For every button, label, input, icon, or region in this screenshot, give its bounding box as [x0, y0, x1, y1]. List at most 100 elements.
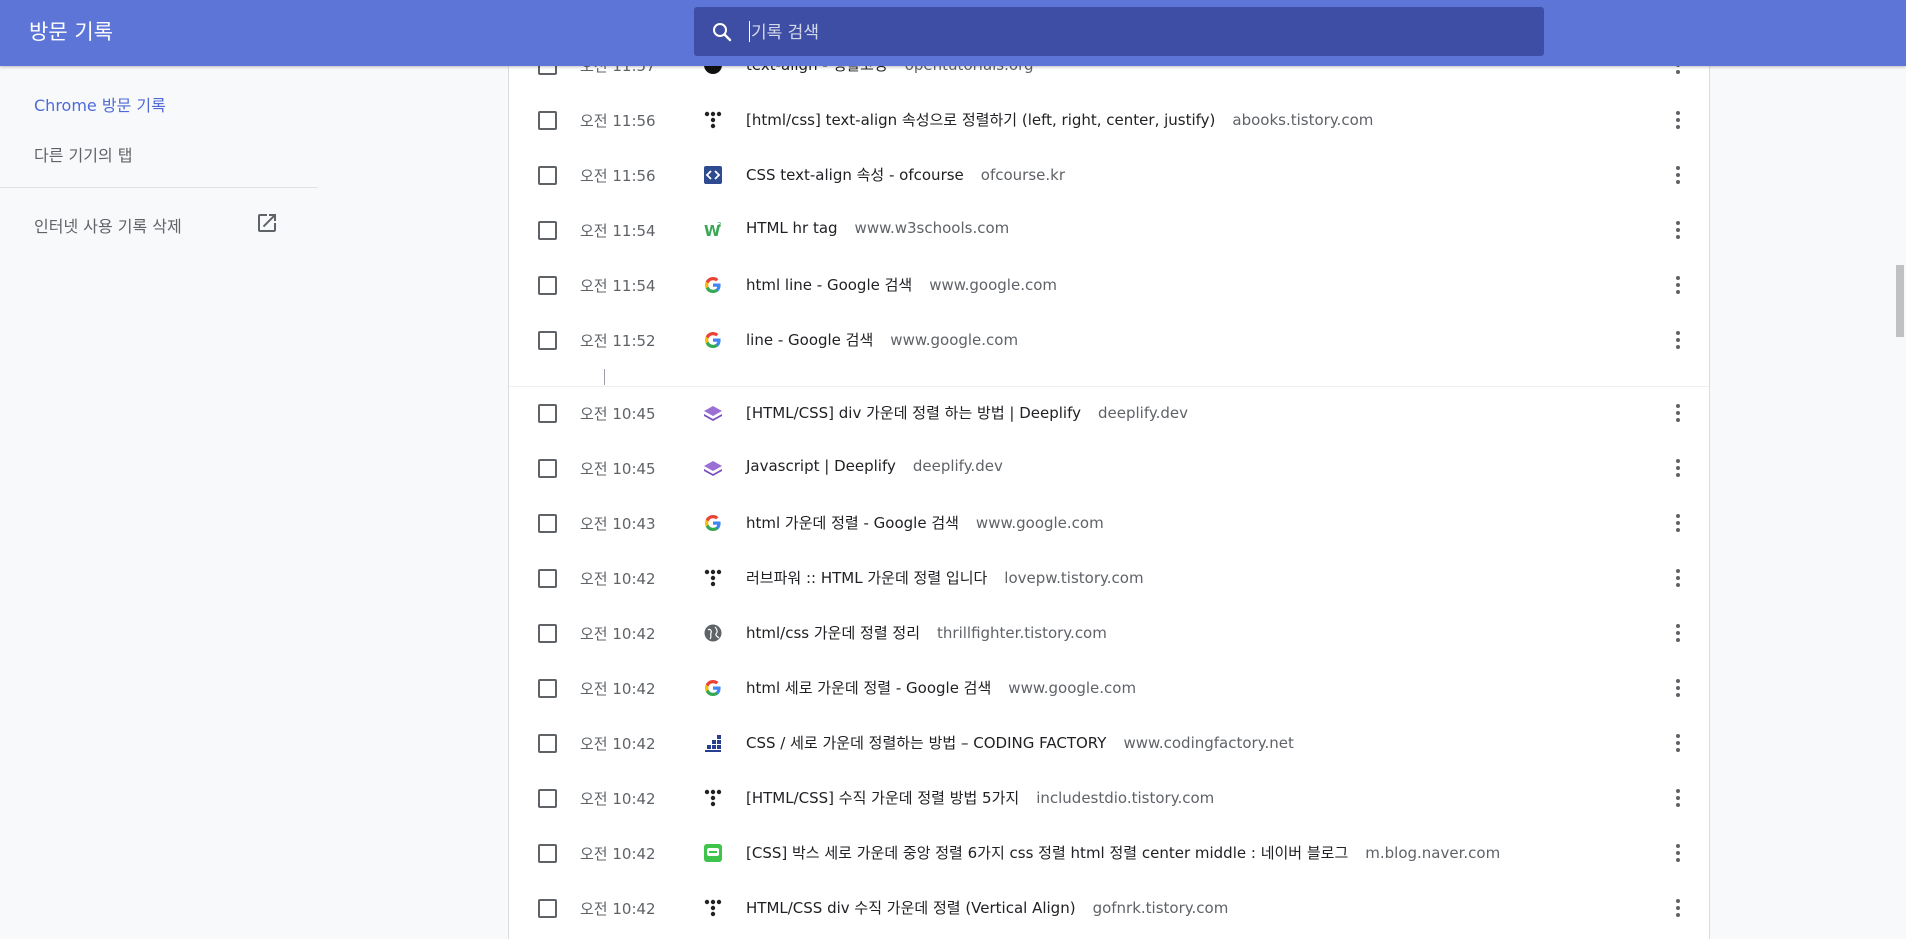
page-link[interactable]: Javascript | Deeplify — [746, 457, 896, 475]
tistory-icon — [704, 569, 722, 587]
entry-text: html/css 가운데 정렬 정리 thrillfighter.tistory.… — [746, 622, 1107, 643]
more-actions-icon[interactable] — [1666, 841, 1690, 865]
more-actions-icon[interactable] — [1666, 896, 1690, 920]
more-actions-icon[interactable] — [1666, 786, 1690, 810]
google-icon — [704, 679, 721, 697]
more-actions-icon[interactable] — [1666, 108, 1690, 132]
more-actions-icon[interactable] — [1666, 731, 1690, 755]
row-checkbox[interactable] — [538, 459, 557, 478]
more-actions-icon[interactable] — [1666, 328, 1690, 352]
entry-text: CSS text-align 속성 - ofcourse ofcourse.kr — [746, 164, 1065, 185]
page-link[interactable]: html/css 가운데 정렬 정리 — [746, 624, 920, 642]
row-checkbox[interactable] — [538, 734, 557, 753]
history-row[interactable]: 오전 11:54 html line - Google 검색 www.google.… — [509, 258, 1709, 313]
visit-time: 오전 10:42 — [580, 735, 656, 753]
history-row[interactable]: 오전 11:56 CSS text-align 속성 - ofcourse ofco… — [509, 148, 1709, 203]
domain-label: lovepw.tistory.com — [1004, 569, 1144, 587]
page-link[interactable]: html 세로 가운데 정렬 - Google 검색 — [746, 679, 991, 697]
sidebar-divider — [0, 187, 318, 188]
history-row[interactable]: 오전 10:42 러브파워 :: HTML 가운데 정렬 입니다 lovepw.ti… — [509, 551, 1709, 606]
page-link[interactable]: CSS / 세로 가운데 정렬하는 방법 – CODING FACTORY — [746, 734, 1106, 752]
entry-text: line - Google 검색 www.google.com — [746, 329, 1018, 350]
row-checkbox[interactable] — [538, 844, 557, 863]
more-actions-icon[interactable] — [1666, 163, 1690, 187]
entry-text: CSS / 세로 가운데 정렬하는 방법 – CODING FACTORY www… — [746, 732, 1294, 753]
google-icon — [704, 331, 721, 349]
codingfactory-icon — [705, 735, 721, 752]
history-row[interactable]: 오전 10:42 [HTML/CSS] 수직 가운데 정렬 방법 5가지 inclu… — [509, 771, 1709, 826]
more-actions-icon[interactable] — [1666, 456, 1690, 480]
external-link-icon[interactable] — [255, 211, 279, 235]
history-row[interactable]: 오전 11:52 line - Google 검색 www.google.com — [509, 313, 1709, 368]
row-checkbox[interactable] — [538, 624, 557, 643]
page-link[interactable]: 러브파워 :: HTML 가운데 정렬 입니다 — [746, 569, 987, 587]
page-link[interactable]: [HTML/CSS] 수직 가운데 정렬 방법 5가지 — [746, 789, 1019, 807]
page-link[interactable]: [CSS] 박스 세로 가운데 중앙 정렬 6가지 css 정렬 html 정렬… — [746, 844, 1348, 862]
page-link[interactable]: HTML hr tag — [746, 219, 838, 237]
history-row[interactable]: 오전 10:42 [CSS] 박스 세로 가운데 중앙 정렬 6가지 css 정렬… — [509, 826, 1709, 881]
visit-time: 오전 10:42 — [580, 845, 656, 863]
page-link[interactable]: CSS text-align 속성 - ofcourse — [746, 166, 964, 184]
visit-time: 오전 10:42 — [580, 570, 656, 588]
history-row[interactable]: 오전 10:42 CSS / 세로 가운데 정렬하는 방법 – CODING FA… — [509, 716, 1709, 771]
entry-text: [CSS] 박스 세로 가운데 중앙 정렬 6가지 css 정렬 html 정렬… — [746, 842, 1500, 863]
row-checkbox[interactable] — [538, 111, 557, 130]
page-link[interactable]: [html/css] text-align 속성으로 정렬하기 (left, r… — [746, 111, 1215, 129]
entry-text: HTML hr tag www.w3schools.com — [746, 219, 1009, 237]
page-link[interactable]: HTML/CSS div 수직 가운데 정렬 (Vertical Align) — [746, 899, 1076, 917]
history-row[interactable]: 오전 11:54 W 3 HTML hr tag www.w3schools.com — [509, 203, 1709, 258]
entry-text: Javascript | Deeplify deeplify.dev — [746, 457, 1003, 475]
row-checkbox[interactable] — [538, 66, 557, 75]
google-icon — [704, 514, 721, 532]
history-row[interactable]: 오전 10:42 html 세로 가운데 정렬 - Google 검색 www.go… — [509, 661, 1709, 716]
more-actions-icon[interactable] — [1666, 676, 1690, 700]
row-checkbox[interactable] — [538, 331, 557, 350]
row-checkbox[interactable] — [538, 899, 557, 918]
visit-time: 오전 10:42 — [580, 790, 656, 808]
search-box[interactable] — [694, 7, 1544, 58]
visit-time: 오전 10:42 — [580, 900, 656, 918]
page-link[interactable]: html line - Google 검색 — [746, 276, 912, 294]
code-icon — [704, 166, 722, 184]
more-actions-icon[interactable] — [1666, 401, 1690, 425]
entry-text: HTML/CSS div 수직 가운데 정렬 (Vertical Align) g… — [746, 897, 1228, 918]
row-checkbox[interactable] — [538, 404, 557, 423]
more-actions-icon[interactable] — [1666, 218, 1690, 242]
sidebar-item-other-devices[interactable]: 다른 기기의 탭 — [34, 142, 133, 166]
history-row[interactable]: 오전 10:45 Javascript | Deeplify deeplify.de… — [509, 441, 1709, 496]
history-row[interactable]: 오전 11:56 [html/css] text-align 속성으로 정렬하기 … — [509, 93, 1709, 148]
visit-time: 오전 11:54 — [580, 277, 656, 295]
more-actions-icon[interactable] — [1666, 566, 1690, 590]
visit-time: 오전 11:52 — [580, 332, 656, 350]
page-link[interactable]: html 가운데 정렬 - Google 검색 — [746, 514, 959, 532]
history-row[interactable]: 오전 10:43 html 가운데 정렬 - Google 검색 www.googl… — [509, 496, 1709, 551]
history-row[interactable]: 오전 10:45 [HTML/CSS] div 가운데 정렬 하는 방법 | De… — [509, 386, 1709, 441]
scrollbar-thumb[interactable] — [1896, 265, 1904, 337]
row-checkbox[interactable] — [538, 514, 557, 533]
row-checkbox[interactable] — [538, 221, 557, 240]
row-checkbox[interactable] — [538, 679, 557, 698]
more-actions-icon[interactable] — [1666, 621, 1690, 645]
history-row[interactable]: 오전 10:42 HTML/CSS div 수직 가운데 정렬 (Vertical… — [509, 881, 1709, 936]
visit-time: 오전 10:45 — [580, 405, 656, 423]
entry-text: html 가운데 정렬 - Google 검색 www.google.com — [746, 512, 1104, 533]
history-row[interactable]: 오전 11:57 text-align - 생활코딩 opentutorials.o… — [509, 66, 1709, 93]
row-checkbox[interactable] — [538, 789, 557, 808]
app-header: 방문 기록 — [0, 0, 1906, 66]
deeplify-icon — [704, 461, 722, 476]
sidebar-item-chrome-history[interactable]: Chrome 방문 기록 — [34, 92, 166, 116]
page-link[interactable]: text-align - 생활코딩 — [746, 66, 888, 74]
row-checkbox[interactable] — [538, 166, 557, 185]
more-actions-icon[interactable] — [1666, 66, 1690, 77]
visit-time: 오전 11:54 — [580, 222, 656, 240]
search-input[interactable] — [749, 7, 1533, 58]
row-checkbox[interactable] — [538, 276, 557, 295]
sidebar: Chrome 방문 기록 다른 기기의 탭 인터넷 사용 기록 삭제 — [0, 66, 318, 939]
page-link[interactable]: [HTML/CSS] div 가운데 정렬 하는 방법 | Deeplify — [746, 404, 1081, 422]
more-actions-icon[interactable] — [1666, 511, 1690, 535]
page-link[interactable]: line - Google 검색 — [746, 331, 873, 349]
more-actions-icon[interactable] — [1666, 273, 1690, 297]
clear-browsing-data-link[interactable]: 인터넷 사용 기록 삭제 — [34, 213, 182, 237]
history-row[interactable]: 오전 10:42 html/css 가운데 정렬 정리 thrillfighter.… — [509, 606, 1709, 661]
row-checkbox[interactable] — [538, 569, 557, 588]
